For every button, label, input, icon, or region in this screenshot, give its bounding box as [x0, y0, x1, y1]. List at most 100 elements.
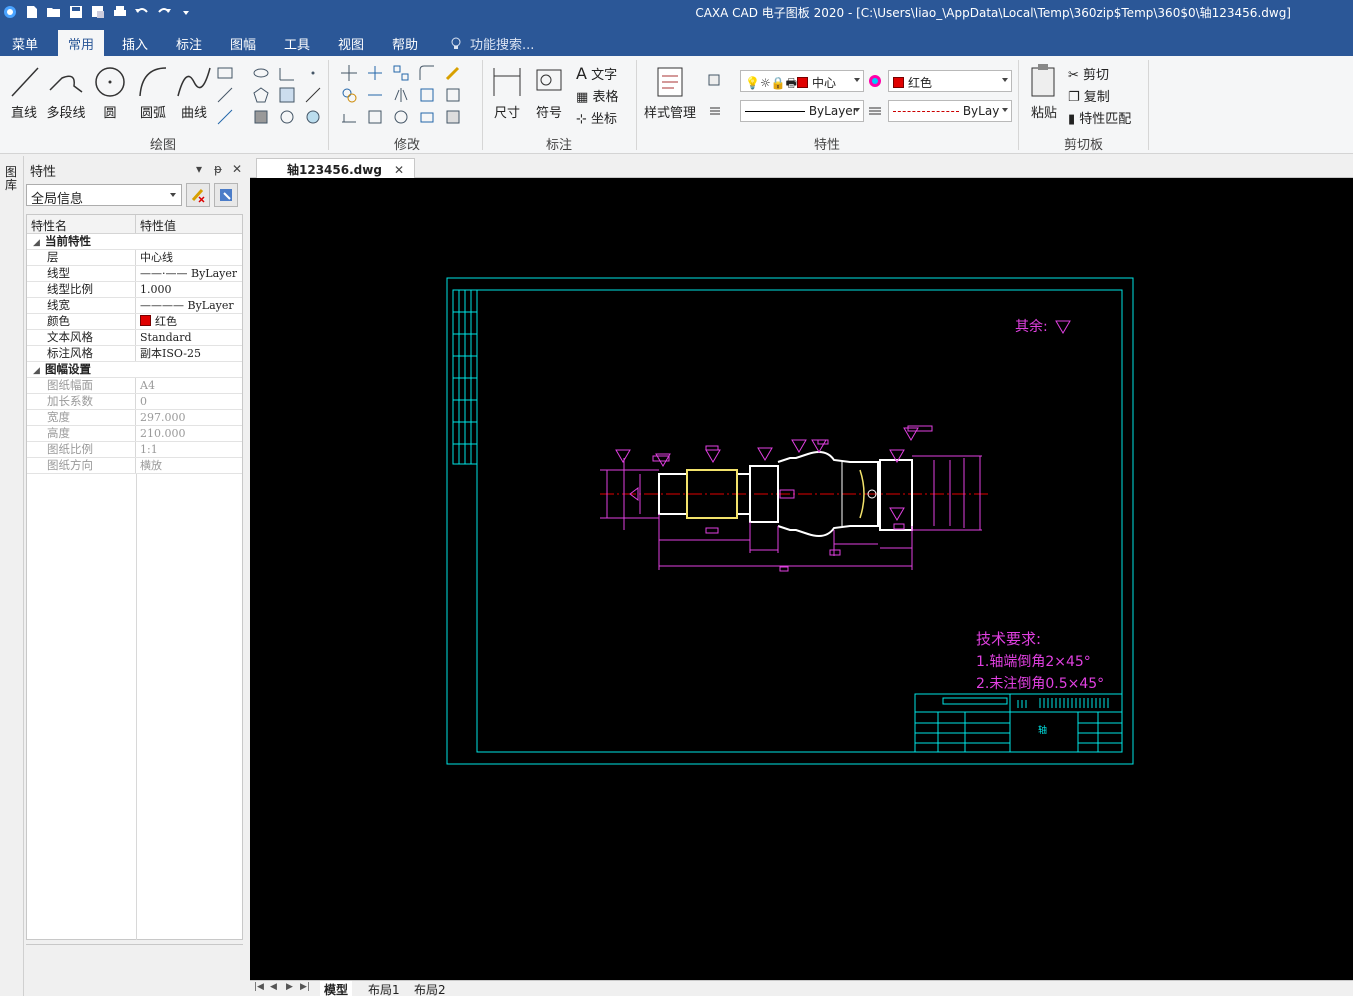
- match-properties-button[interactable]: ▮ 特性匹配: [1068, 108, 1131, 127]
- explode-icon[interactable]: [418, 108, 436, 126]
- title-block: [914, 693, 1123, 753]
- hatch-icon[interactable]: [278, 86, 296, 104]
- lineweight-combo[interactable]: ByLay: [888, 100, 1012, 122]
- color-wheel-icon[interactable]: [866, 72, 884, 90]
- save-icon[interactable]: [68, 4, 84, 20]
- table-button[interactable]: ▦ 表格: [576, 86, 618, 105]
- table-row[interactable]: 线型比例 1.000: [27, 282, 242, 298]
- document-tab[interactable]: 轴123456.dwg ✕: [256, 158, 415, 178]
- layer-combo[interactable]: 💡☼🔒🖶 中心: [740, 70, 864, 92]
- linetype-sample: [745, 111, 805, 112]
- fillet-icon[interactable]: [418, 64, 436, 82]
- lineweight-icon[interactable]: [866, 102, 884, 120]
- stretch-icon[interactable]: [340, 108, 358, 126]
- copy-entity-icon[interactable]: [340, 86, 358, 104]
- table-row[interactable]: 颜色 红色: [27, 314, 242, 330]
- drawing-canvas[interactable]: 其余: 技术要求: 1.轴端倒角2×45° 2.未注倒角0.5×45° 轴: [250, 178, 1353, 980]
- trim-icon[interactable]: [366, 64, 384, 82]
- pin-icon[interactable]: ᵽ: [214, 162, 222, 176]
- panel-menu-icon[interactable]: ▾: [196, 162, 202, 176]
- table-row[interactable]: 线型 ——·—— ByLayer: [27, 266, 242, 282]
- polyline-button[interactable]: 多段线: [46, 62, 86, 121]
- next-tab-icon[interactable]: ▶: [286, 982, 293, 992]
- style-manager-label: 样式管理: [644, 106, 697, 121]
- object-filter-select[interactable]: 全局信息: [26, 184, 182, 207]
- last-tab-icon[interactable]: ▶|: [300, 982, 310, 992]
- tab-annotate[interactable]: 标注: [166, 30, 212, 56]
- close-icon[interactable]: ✕: [232, 162, 242, 176]
- tab-view[interactable]: 视图: [328, 30, 374, 56]
- circle-button[interactable]: 圆: [94, 62, 126, 121]
- category-current[interactable]: ◢ 当前特性: [27, 234, 242, 250]
- rotate-icon[interactable]: [392, 108, 410, 126]
- first-tab-icon[interactable]: |◀: [254, 982, 264, 992]
- break-icon[interactable]: [444, 86, 462, 104]
- redo-icon[interactable]: [156, 4, 172, 20]
- arc-button[interactable]: 圆弧: [136, 62, 170, 121]
- print-icon[interactable]: [112, 4, 128, 20]
- wipeout-icon[interactable]: [304, 108, 322, 126]
- rectangle-icon[interactable]: [216, 64, 234, 82]
- app-logo-icon[interactable]: [2, 4, 18, 20]
- dimension-button[interactable]: 尺寸: [490, 62, 524, 121]
- ellipse-icon[interactable]: [252, 64, 270, 82]
- tab-model[interactable]: 模型: [320, 981, 353, 996]
- tab-home[interactable]: 常用: [58, 30, 105, 56]
- table-row[interactable]: 线宽 ———— ByLayer: [27, 298, 242, 314]
- new-file-icon[interactable]: [24, 4, 40, 20]
- drawing-svg[interactable]: 其余: 技术要求: 1.轴端倒角2×45° 2.未注倒角0.5×45° 轴: [250, 178, 1353, 980]
- linetype-combo[interactable]: ByLayer: [740, 100, 864, 122]
- angle-line-icon[interactable]: [278, 64, 296, 82]
- mirror-icon[interactable]: [392, 86, 410, 104]
- tab-help[interactable]: 帮助: [382, 30, 428, 56]
- feature-search[interactable]: 功能搜索...: [450, 34, 534, 53]
- layer-tools-icon[interactable]: [706, 102, 724, 120]
- color-combo[interactable]: 红色: [888, 70, 1012, 92]
- tab-layout2[interactable]: 布局2: [410, 981, 450, 996]
- edit-pencil-icon[interactable]: [444, 64, 462, 82]
- tab-menu[interactable]: 菜单: [2, 30, 48, 56]
- array-icon[interactable]: [392, 64, 410, 82]
- polygon-icon[interactable]: [252, 86, 270, 104]
- line-button[interactable]: 直线: [8, 62, 40, 121]
- move-icon[interactable]: [340, 64, 358, 82]
- point-icon[interactable]: [304, 64, 322, 82]
- save-as-icon[interactable]: [90, 4, 106, 20]
- symbol-button[interactable]: 符号: [534, 62, 564, 121]
- edit-props-icon[interactable]: [444, 108, 462, 126]
- clear-selection-button[interactable]: [186, 183, 210, 207]
- quick-select-button[interactable]: [214, 183, 238, 207]
- tab-tools[interactable]: 工具: [274, 30, 320, 56]
- category-sheet[interactable]: ◢ 图幅设置: [27, 362, 242, 378]
- library-tab[interactable]: 图库: [5, 166, 19, 192]
- symbol-label: 符号: [535, 106, 562, 121]
- cut-button[interactable]: ✂ 剪切: [1068, 64, 1109, 83]
- extend-icon[interactable]: [366, 86, 384, 104]
- center-line-icon[interactable]: [304, 86, 322, 104]
- undo-icon[interactable]: [134, 4, 150, 20]
- prev-tab-icon[interactable]: ◀: [270, 982, 277, 992]
- curve-button[interactable]: 曲线: [176, 62, 212, 121]
- cloud-icon[interactable]: [278, 108, 296, 126]
- boundary-icon[interactable]: [252, 108, 270, 126]
- tab-sheet[interactable]: 图幅: [220, 30, 266, 56]
- table-row[interactable]: 文本风格 Standard: [27, 330, 242, 346]
- table-row[interactable]: 标注风格 副本ISO-25: [27, 346, 242, 362]
- open-folder-icon[interactable]: [46, 4, 62, 20]
- text-button[interactable]: A 文字: [576, 64, 617, 83]
- construction-line-icon[interactable]: [216, 108, 234, 126]
- shaft-drawing[interactable]: [600, 425, 990, 572]
- customize-qat-icon[interactable]: [178, 4, 194, 20]
- coordinate-button[interactable]: ⊹ 坐标: [576, 108, 617, 127]
- style-manager-button[interactable]: 样式管理: [644, 62, 696, 121]
- close-icon[interactable]: ✕: [394, 163, 404, 177]
- tab-layout1[interactable]: 布局1: [364, 981, 404, 996]
- offset-icon[interactable]: [418, 86, 436, 104]
- layer-manager-icon[interactable]: [706, 72, 724, 90]
- parallel-line-icon[interactable]: [216, 86, 234, 104]
- scale-icon[interactable]: [366, 108, 384, 126]
- tab-insert[interactable]: 插入: [112, 30, 158, 56]
- table-row[interactable]: 层中心线: [27, 250, 242, 266]
- copy-button[interactable]: ❐ 复制: [1068, 86, 1110, 105]
- paste-button[interactable]: 粘贴: [1028, 62, 1060, 121]
